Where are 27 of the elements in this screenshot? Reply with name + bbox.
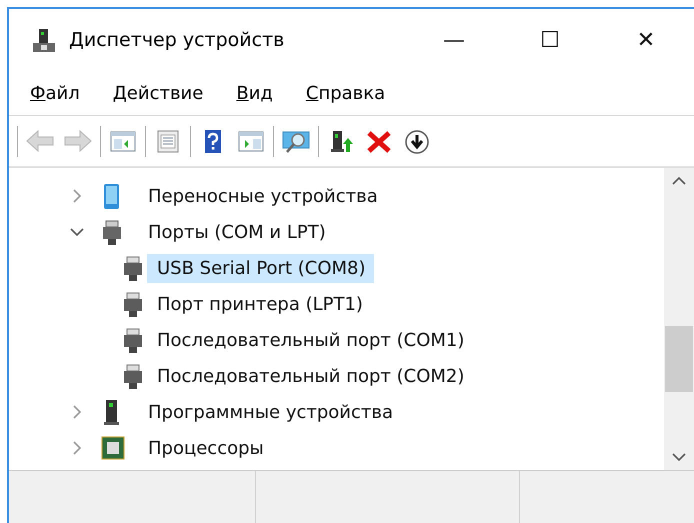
- chevron-down-icon: [672, 453, 686, 462]
- close-button[interactable]: ✕: [598, 20, 694, 60]
- tree-item[interactable]: Программные устройства: [138, 398, 402, 426]
- menu-item[interactable]: Файл: [22, 82, 88, 104]
- tree-item[interactable]: Последовательный порт (COM2): [147, 362, 472, 390]
- maximize-button[interactable]: ☐: [502, 20, 598, 60]
- chevron-right-icon: [72, 441, 82, 455]
- processor-chip-icon: [100, 434, 126, 462]
- device-manager-icon: [31, 27, 57, 53]
- menu-item[interactable]: Действие: [104, 82, 212, 104]
- minimize-button[interactable]: —: [406, 20, 502, 60]
- window-title: Диспетчер устройств: [69, 29, 286, 51]
- tree-item[interactable]: Процессоры: [138, 434, 272, 462]
- tree-item[interactable]: Порты (COM и LPT): [138, 218, 334, 246]
- tree-item[interactable]: USB Serial Port (COM8): [147, 254, 374, 282]
- menu-item[interactable]: Вид: [228, 82, 281, 104]
- back-arrow-icon: [25, 128, 55, 154]
- chevron-up-icon: [672, 176, 686, 185]
- tree-item[interactable]: Переносные устройства: [138, 182, 386, 210]
- chevron-right-icon: [72, 405, 82, 419]
- chevron-right-icon: [72, 189, 82, 203]
- scrollbar-thumb[interactable]: [665, 326, 693, 392]
- tree-item[interactable]: Последовательный порт (COM1): [147, 326, 472, 354]
- chevron-down-icon: [70, 227, 84, 237]
- forward-arrow-icon: [63, 128, 93, 154]
- menu-item[interactable]: Справка: [298, 82, 394, 104]
- tree-item[interactable]: Порт принтера (LPT1): [147, 290, 371, 318]
